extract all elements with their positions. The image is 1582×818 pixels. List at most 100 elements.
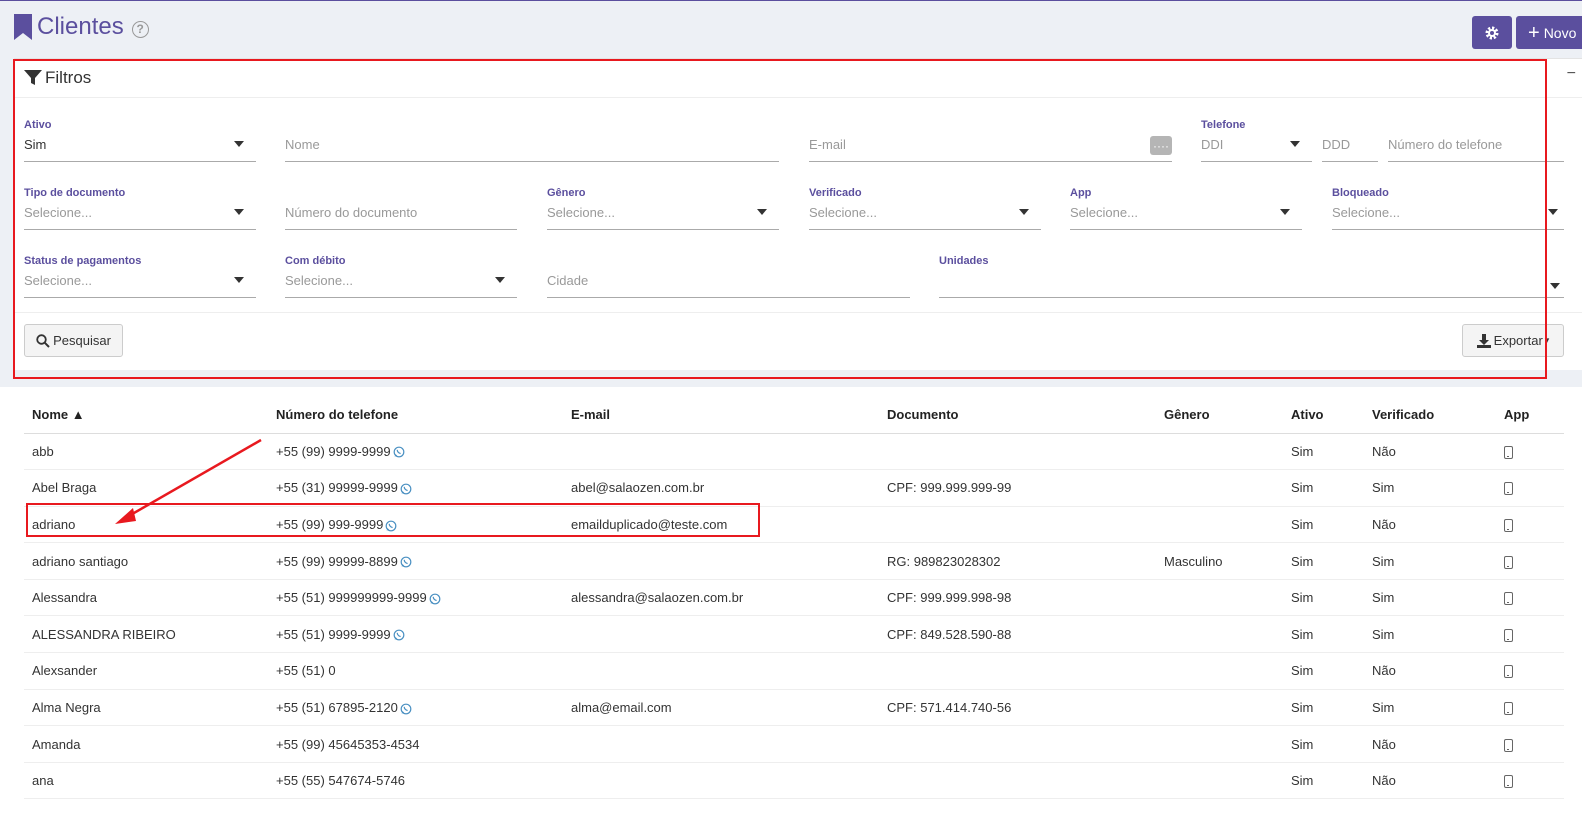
- cell-verificado: Sim: [1364, 469, 1496, 507]
- cell-nome: Abel Braga: [24, 469, 268, 507]
- highlight-box-row: [26, 503, 760, 537]
- cell-email: alessandra@salaozen.com.br: [563, 579, 879, 617]
- plus-icon: +: [1528, 21, 1540, 44]
- page-title: Clientes ?: [14, 13, 149, 41]
- phone-text: +55 (51) 999999999-9999: [276, 590, 427, 606]
- mobile-icon: [1504, 519, 1513, 533]
- cell-email: abel@salaozen.com.br: [563, 469, 879, 507]
- cell-ativo: Sim: [1283, 652, 1364, 690]
- table-row[interactable]: abb +55 (99) 9999-9999 Sim Não: [24, 433, 1564, 471]
- cell-telefone: +55 (51) 0: [268, 652, 563, 690]
- cell-genero: Masculino: [1156, 542, 1283, 580]
- cell-nome: Alma Negra: [24, 689, 268, 727]
- phone-text: +55 (99) 45645353-4534: [276, 736, 420, 752]
- column-header-genero[interactable]: Gênero: [1156, 396, 1283, 434]
- settings-button[interactable]: [1472, 16, 1512, 49]
- phone-text: +55 (55) 547674-5746: [276, 773, 406, 789]
- bookmark-icon: [14, 14, 32, 40]
- new-button-label: Novo: [1543, 24, 1577, 41]
- cell-ativo: Sim: [1283, 469, 1364, 507]
- cell-app: [1496, 433, 1564, 471]
- column-header-app[interactable]: App: [1496, 396, 1564, 434]
- cell-verificado: Sim: [1364, 579, 1496, 617]
- cell-genero: [1156, 762, 1283, 800]
- table-row[interactable]: Alma Negra +55 (51) 67895-2120 alma@email.…: [24, 689, 1564, 727]
- mobile-icon: [1504, 445, 1513, 459]
- table-row[interactable]: Alexsander +55 (51) 0 Sim Não: [24, 652, 1564, 690]
- cell-nome: ALESSANDRA RIBEIRO: [24, 615, 268, 654]
- help-icon[interactable]: ?: [131, 20, 149, 38]
- cell-ativo: Sim: [1283, 762, 1364, 800]
- cell-nome: ana: [24, 762, 268, 800]
- chevron-down-icon: [1548, 209, 1558, 215]
- cell-verificado: Não: [1364, 433, 1496, 471]
- cell-documento: [879, 652, 1156, 690]
- cell-ativo: Sim: [1283, 506, 1364, 544]
- phone-text: +55 (51) 0: [276, 663, 336, 679]
- column-header-documento[interactable]: Documento: [879, 396, 1156, 434]
- table-row[interactable]: Amanda +55 (99) 45645353-4534 Sim Não: [24, 725, 1564, 763]
- mobile-icon: [1504, 482, 1513, 496]
- mobile-icon: [1504, 555, 1513, 569]
- whatsapp-icon[interactable]: [400, 483, 412, 495]
- cell-nome: abb: [24, 433, 268, 471]
- phone-text: +55 (99) 99999-8899: [276, 553, 398, 569]
- collapse-icon[interactable]: −: [1567, 65, 1576, 83]
- mobile-icon: [1504, 775, 1513, 789]
- table-header-row: Nome ▲ Número do telefone E-mail Documen…: [24, 396, 1564, 434]
- cell-email: [563, 725, 879, 763]
- clients-table: Nome ▲ Número do telefone E-mail Documen…: [24, 396, 1564, 800]
- cell-app: [1496, 542, 1564, 580]
- highlight-box-filters: [13, 59, 1547, 379]
- column-header-verificado[interactable]: Verificado: [1364, 396, 1496, 434]
- cell-genero: [1156, 469, 1283, 507]
- whatsapp-icon[interactable]: [400, 703, 412, 715]
- cell-email: alma@email.com: [563, 689, 879, 727]
- column-header-nome[interactable]: Nome ▲: [24, 396, 268, 434]
- phone-text: +55 (51) 9999-9999: [276, 626, 391, 642]
- cell-telefone: +55 (99) 45645353-4534: [268, 725, 563, 763]
- cell-email: [563, 762, 879, 800]
- cell-genero: [1156, 433, 1283, 471]
- cell-email: [563, 542, 879, 580]
- cell-telefone: +55 (51) 67895-2120: [268, 689, 563, 727]
- mobile-icon: [1504, 628, 1513, 642]
- cell-ativo: Sim: [1283, 689, 1364, 727]
- cell-app: [1496, 469, 1564, 507]
- cell-genero: [1156, 579, 1283, 617]
- cell-genero: [1156, 652, 1283, 690]
- cell-documento: [879, 762, 1156, 800]
- cell-telefone: +55 (31) 99999-9999: [268, 469, 563, 507]
- column-header-telefone[interactable]: Número do telefone: [268, 396, 563, 434]
- cell-verificado: Não: [1364, 762, 1496, 800]
- new-client-button[interactable]: + Novo: [1516, 16, 1582, 49]
- table-row[interactable]: ana +55 (55) 547674-5746 Sim Não: [24, 762, 1564, 800]
- cell-documento: CPF: 849.528.590-88: [879, 615, 1156, 654]
- cell-ativo: Sim: [1283, 542, 1364, 580]
- cell-app: [1496, 725, 1564, 763]
- column-header-ativo[interactable]: Ativo: [1283, 396, 1364, 434]
- table-row[interactable]: ALESSANDRA RIBEIRO +55 (51) 9999-9999 CPF:…: [24, 615, 1564, 654]
- whatsapp-icon[interactable]: [400, 556, 412, 568]
- cell-genero: [1156, 615, 1283, 654]
- table-row[interactable]: Abel Braga +55 (31) 99999-9999 abel@salaoz…: [24, 469, 1564, 507]
- whatsapp-icon[interactable]: [393, 446, 405, 458]
- phone-text: +55 (99) 9999-9999: [276, 443, 391, 459]
- whatsapp-icon[interactable]: [393, 629, 405, 641]
- whatsapp-icon[interactable]: [429, 593, 441, 605]
- phone-text: +55 (31) 99999-9999: [276, 480, 398, 496]
- cell-verificado: Não: [1364, 652, 1496, 690]
- table-row[interactable]: adriano santiago +55 (99) 99999-8899 RG: 9…: [24, 542, 1564, 580]
- cell-verificado: Sim: [1364, 542, 1496, 580]
- cell-documento: RG: 989823028302: [879, 542, 1156, 580]
- cell-documento: CPF: 999.999.998-98: [879, 579, 1156, 617]
- cell-telefone: +55 (51) 9999-9999: [268, 615, 563, 654]
- table-row[interactable]: Alessandra +55 (51) 999999999-9999 alessan…: [24, 579, 1564, 617]
- cell-nome: adriano santiago: [24, 542, 268, 580]
- mobile-icon: [1504, 592, 1513, 606]
- gear-icon: [1485, 26, 1499, 39]
- cell-telefone: +55 (51) 999999999-9999: [268, 579, 563, 617]
- cell-email: [563, 433, 879, 471]
- cell-telefone: +55 (99) 9999-9999: [268, 433, 563, 471]
- column-header-email[interactable]: E-mail: [563, 396, 879, 434]
